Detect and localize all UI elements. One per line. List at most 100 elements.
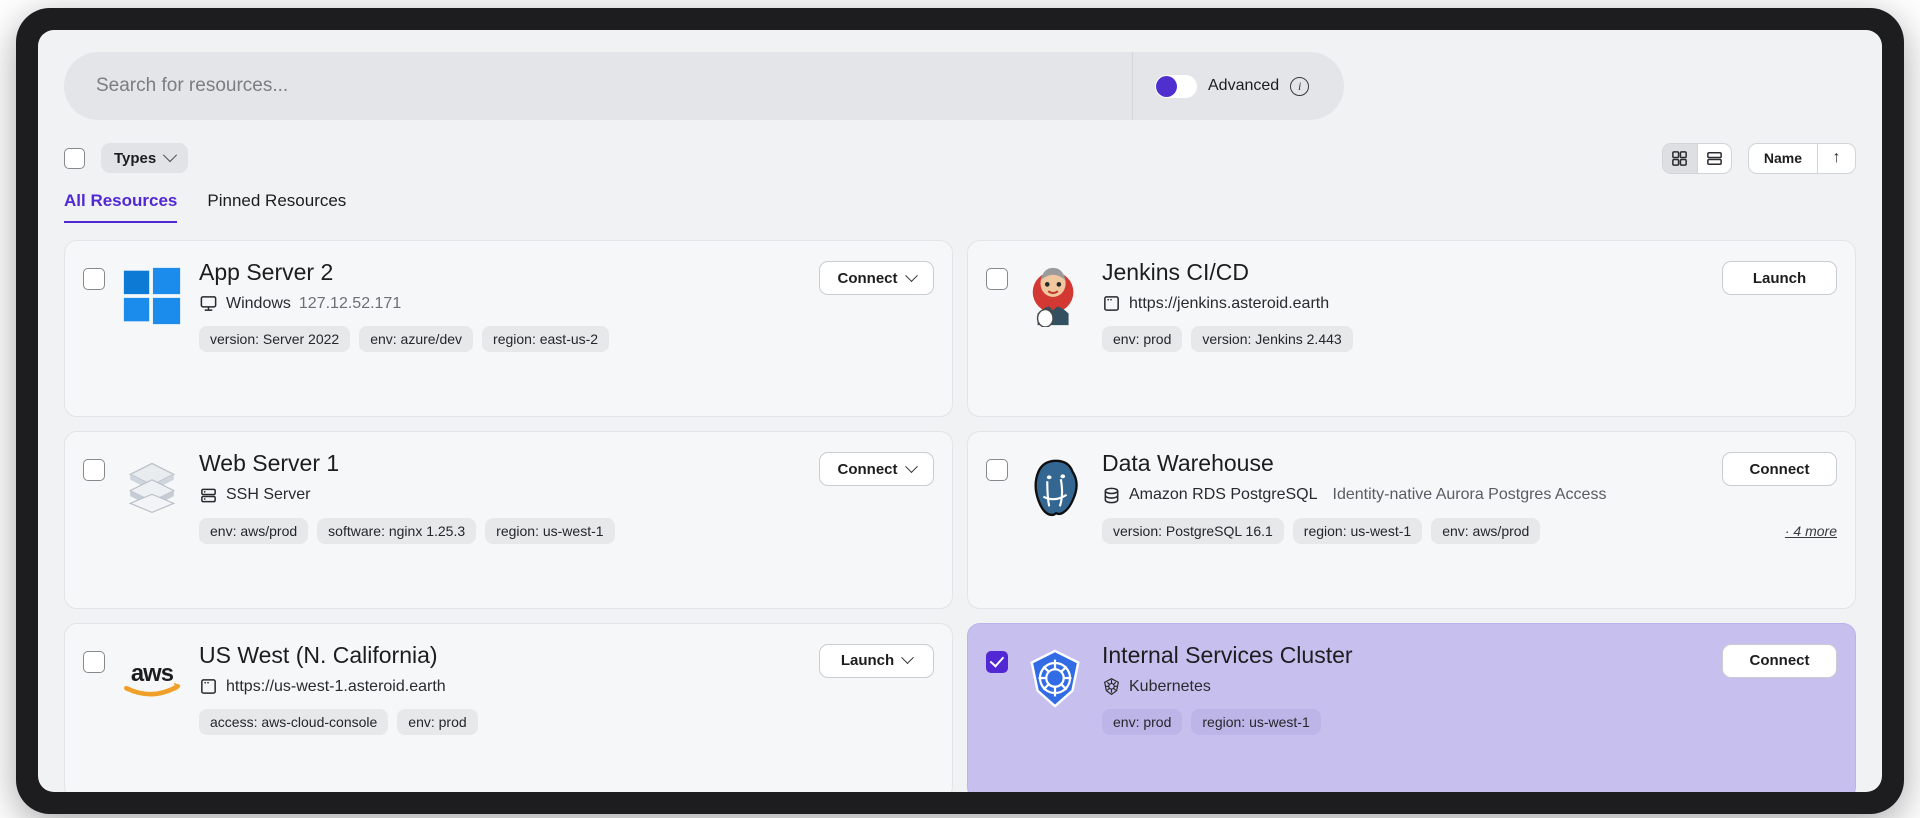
list-icon	[1706, 151, 1722, 165]
resource-tag: version: PostgreSQL 16.1	[1102, 517, 1284, 544]
jenkins-logo-icon	[1022, 263, 1088, 329]
resource-action-button[interactable]: Launch	[819, 643, 934, 678]
app-window-icon	[1102, 294, 1121, 313]
resource-action-button[interactable]: Connect	[819, 261, 934, 295]
server-rack-icon	[199, 486, 218, 505]
resource-tag: region: us-west-1	[485, 517, 615, 544]
resource-action-label: Connect	[837, 460, 898, 478]
resource-action-button[interactable]: Connect	[819, 452, 934, 487]
select-all-checkbox[interactable]	[64, 147, 85, 169]
search-input[interactable]	[96, 75, 1100, 97]
resource-checkbox[interactable]	[83, 268, 105, 290]
resource-action-label: Connect	[837, 269, 898, 287]
resource-action-label: Launch	[1752, 269, 1807, 287]
sort-direction-button[interactable]: ↑	[1817, 143, 1855, 173]
advanced-label: Advanced	[1208, 77, 1280, 94]
resource-tag-list: version: PostgreSQL 16.1 region: us-west-…	[1102, 517, 1837, 544]
resource-checkbox[interactable]	[83, 459, 105, 482]
resource-type-label: Amazon RDS PostgreSQL	[1129, 486, 1318, 504]
monitor-icon	[199, 294, 218, 313]
resource-subtitle-row: SSH Server	[199, 486, 934, 505]
aws-logo-icon: aws	[119, 646, 185, 712]
resource-tag: env: prod	[397, 709, 478, 736]
advanced-search-group: Advanced i	[1132, 52, 1344, 120]
sort-field-button[interactable]: Name	[1749, 144, 1817, 173]
search-input-wrapper	[64, 52, 1132, 120]
resource-address: 127.12.52.171	[298, 294, 402, 312]
resource-tag: access: aws-cloud-console	[199, 709, 389, 736]
resource-action-label: Launch	[840, 652, 895, 670]
view-controls: Name ↑	[1661, 142, 1856, 174]
types-filter-button[interactable]: Types	[101, 143, 189, 173]
resource-checkbox[interactable]	[986, 459, 1008, 482]
resource-tag-list: access: aws-cloud-console env: prod	[199, 709, 934, 736]
resource-action-label: Connect	[1749, 652, 1810, 670]
resource-card[interactable]: Data Warehouse Amazon RDS PostgreSQL Ide…	[967, 431, 1856, 609]
resource-subtitle-row: https://jenkins.asteroid.earth	[1102, 294, 1837, 313]
info-icon[interactable]: i	[1290, 76, 1310, 96]
list-view-button[interactable]	[1696, 143, 1731, 173]
resource-tag: region: us-west-1	[1292, 517, 1423, 544]
search-bar: Advanced i	[64, 52, 1344, 120]
resource-tag-list: env: aws/prod software: nginx 1.25.3 regio…	[199, 517, 934, 544]
app-window-icon	[199, 677, 218, 696]
tab-pinned-resources[interactable]: Pinned Resources	[207, 191, 346, 223]
resource-tag-list: version: Server 2022 env: azure/dev region…	[199, 326, 934, 353]
resource-tag-list: env: prod region: us-west-1	[1102, 709, 1837, 736]
resource-checkbox[interactable]	[986, 268, 1008, 290]
resource-card-grid: App Server 2 Windows 127.12.52.171 versi…	[64, 240, 1856, 792]
resource-subtitle-row: https://us-west-1.asteroid.earth	[199, 677, 934, 696]
more-tags-link[interactable]: · 4 more	[1785, 523, 1837, 539]
resource-type-label: https://jenkins.asteroid.earth	[1129, 294, 1330, 312]
resource-tabs: All Resources Pinned Resources	[64, 191, 1856, 223]
chevron-down-icon	[901, 651, 915, 665]
resource-action-button[interactable]: Connect	[1722, 643, 1837, 678]
resource-card[interactable]: aws US West (N. California) https://us-w…	[64, 622, 953, 792]
resource-tag: version: Jenkins 2.443	[1191, 326, 1353, 353]
grid-view-button[interactable]	[1662, 143, 1697, 173]
filter-row: Types Name ↑	[64, 142, 1856, 174]
windows-logo-icon	[119, 263, 185, 329]
resource-action-button[interactable]: Connect	[1722, 452, 1837, 487]
toggle-knob	[1156, 75, 1177, 97]
server-stack-logo-icon	[119, 454, 185, 520]
resource-card[interactable]: Web Server 1 SSH Server env: aws/prod sof…	[64, 431, 953, 609]
chevron-down-icon	[163, 148, 178, 163]
kubernetes-logo-icon	[1022, 646, 1088, 712]
svg-text:aws: aws	[131, 659, 174, 686]
database-icon	[1102, 486, 1121, 505]
resource-tag-list: env: prod version: Jenkins 2.443	[1102, 326, 1837, 353]
resource-action-button[interactable]: Launch	[1722, 261, 1837, 295]
resource-type-label: Windows	[226, 294, 291, 312]
resource-tag: env: azure/dev	[359, 326, 474, 353]
resource-tag: region: us-west-1	[1191, 709, 1321, 736]
resource-subtitle-row: Amazon RDS PostgreSQL Identity-native Au…	[1102, 486, 1837, 505]
resource-tag: env: prod	[1102, 709, 1183, 736]
grid-icon	[1672, 150, 1688, 166]
kubernetes-icon	[1102, 677, 1121, 696]
resource-type-label: Kubernetes	[1129, 677, 1211, 695]
app-window-frame: Advanced i Types	[16, 8, 1904, 814]
resource-tag: env: aws/prod	[199, 517, 309, 544]
sort-control: Name ↑	[1747, 142, 1856, 174]
resource-type-label: https://us-west-1.asteroid.earth	[226, 677, 446, 695]
tab-all-resources[interactable]: All Resources	[64, 191, 178, 223]
resource-type-label: SSH Server	[226, 486, 311, 504]
resource-checkbox[interactable]	[83, 650, 105, 673]
resource-card[interactable]: App Server 2 Windows 127.12.52.171 versi…	[64, 240, 953, 418]
resource-tag: env: aws/prod	[1431, 517, 1541, 544]
chevron-down-icon	[904, 460, 918, 473]
resource-tag: version: Server 2022	[199, 326, 351, 353]
resource-action-label: Connect	[1749, 460, 1810, 478]
resource-tag: software: nginx 1.25.3	[317, 517, 477, 544]
resource-subtitle-row: Kubernetes	[1102, 677, 1837, 696]
resource-card[interactable]: Internal Services Cluster Kubernetes env…	[967, 622, 1856, 792]
resource-checkbox[interactable]	[986, 650, 1008, 673]
chevron-down-icon	[904, 268, 918, 282]
resource-card[interactable]: Jenkins CI/CD https://jenkins.asteroid.e…	[967, 240, 1856, 418]
advanced-toggle[interactable]	[1155, 74, 1197, 98]
resource-description: Identity-native Aurora Postgres Access	[1332, 486, 1607, 504]
types-filter-label: Types	[114, 149, 157, 167]
postgresql-logo-icon	[1022, 454, 1088, 520]
resource-tag: region: east-us-2	[482, 326, 610, 353]
